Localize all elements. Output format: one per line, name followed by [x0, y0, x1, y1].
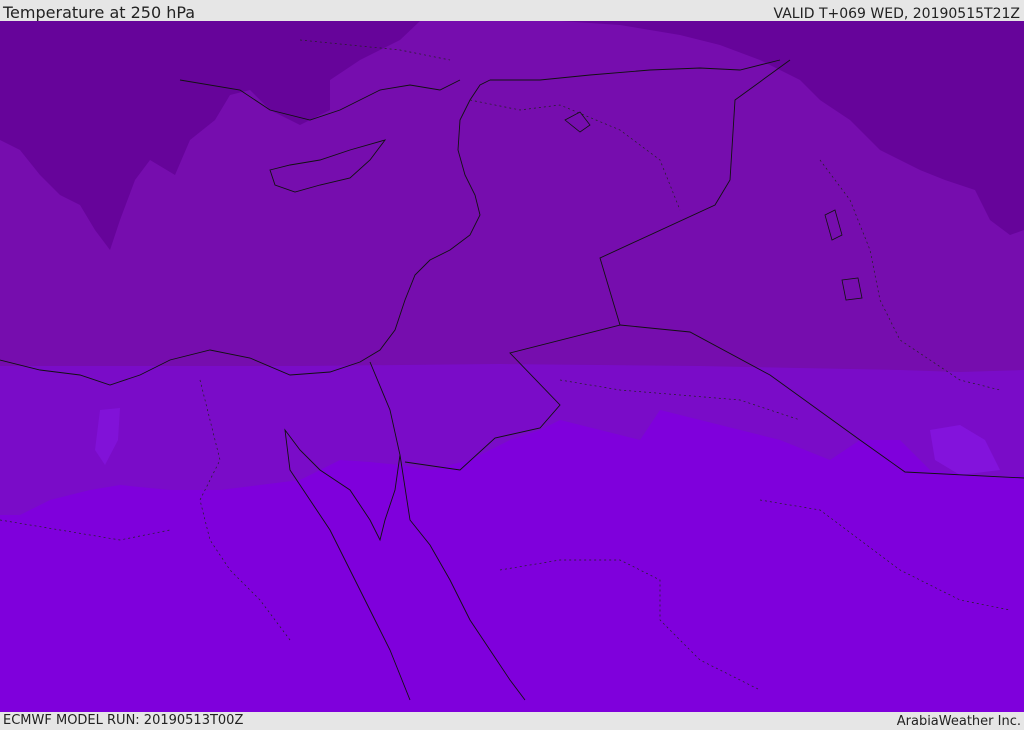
footer-bar: ECMWF MODEL RUN: 20190513T00Z ArabiaWeat…	[0, 712, 1024, 729]
header-bar: Temperature at 250 hPa VALID T+069 WED, …	[0, 0, 1024, 22]
weather-map[interactable]	[0, 21, 1024, 712]
map-title: Temperature at 250 hPa	[3, 3, 196, 22]
model-run: ECMWF MODEL RUN: 20190513T00Z	[3, 713, 244, 728]
credit: ArabiaWeather Inc.	[896, 714, 1021, 729]
